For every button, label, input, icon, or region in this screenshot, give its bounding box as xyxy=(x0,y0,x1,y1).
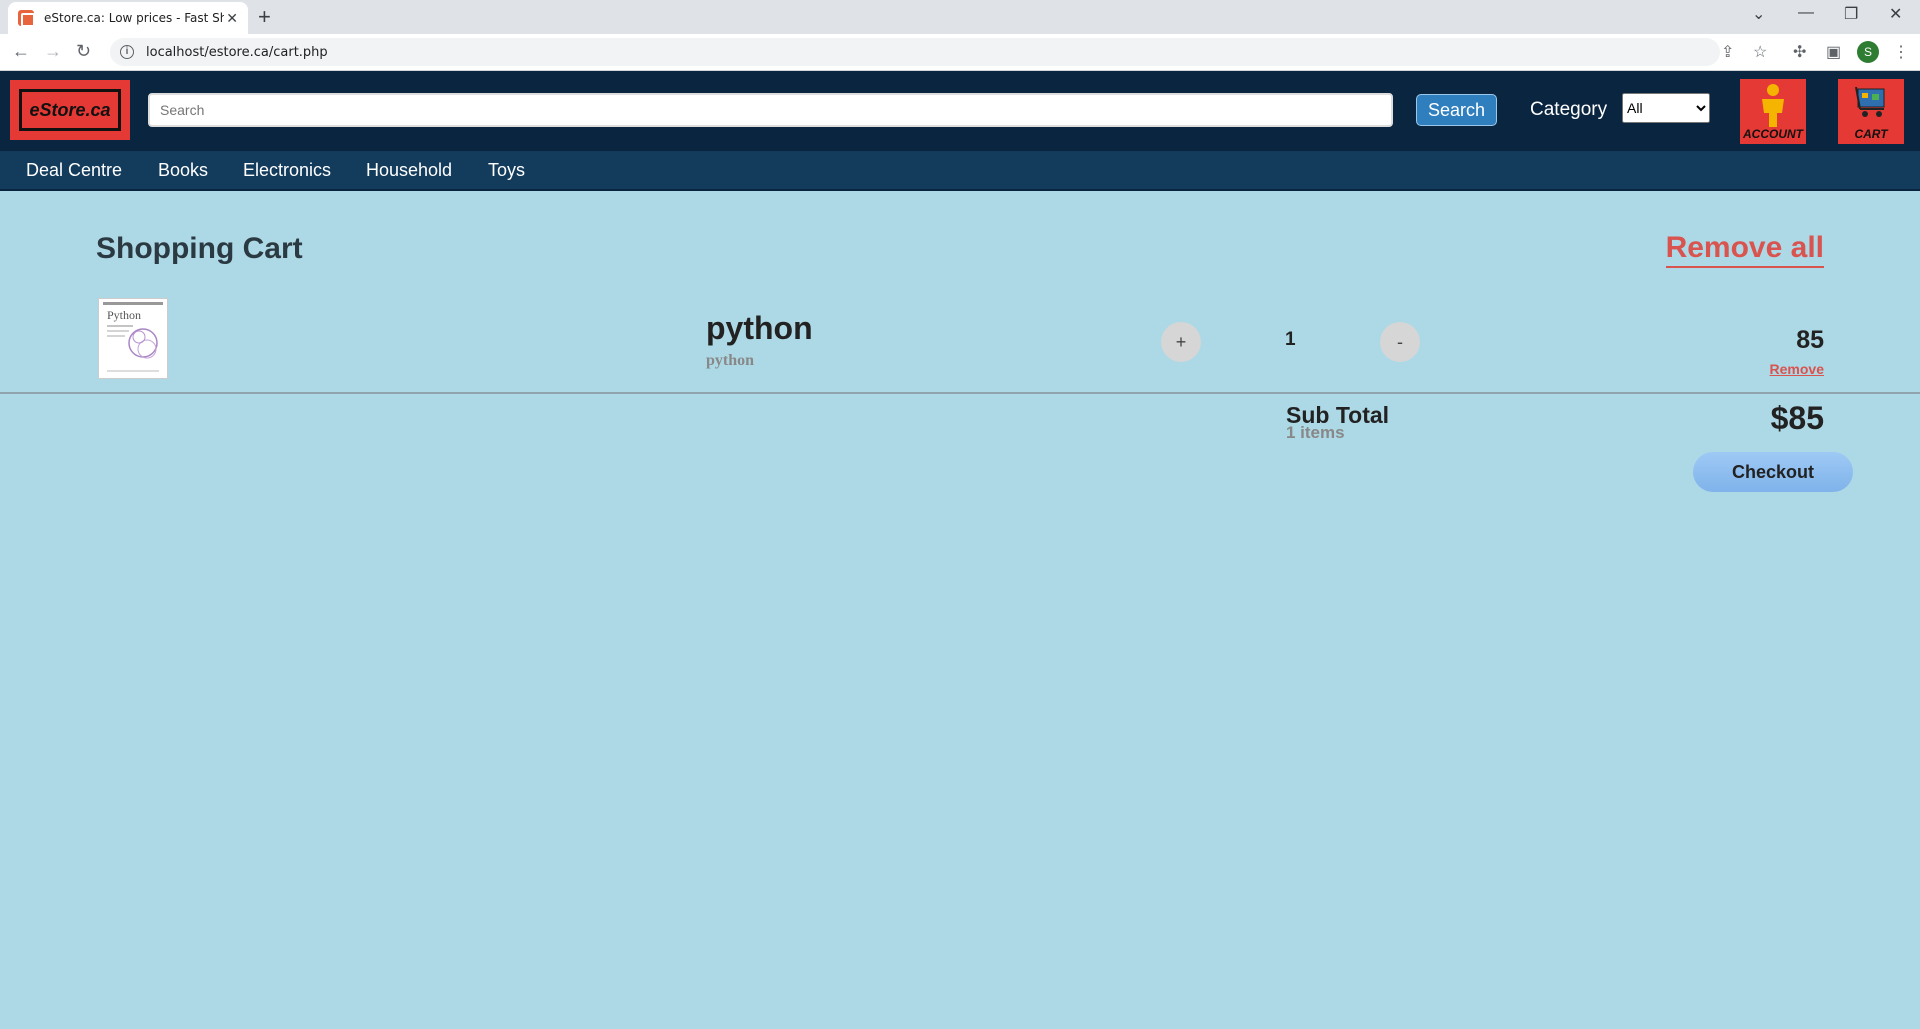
tab-close-icon[interactable]: ✕ xyxy=(226,10,238,27)
site-logo[interactable]: eStore.ca xyxy=(10,80,130,140)
product-subtitle: python xyxy=(706,352,755,369)
address-url: localhost/estore.ca/cart.php xyxy=(146,44,328,60)
close-window-icon[interactable]: ✕ xyxy=(1889,4,1902,24)
account-label: ACCOUNT xyxy=(1743,127,1803,141)
reload-icon[interactable]: ↻ xyxy=(76,41,91,62)
cart-label: CART xyxy=(1854,127,1888,141)
subtotal-item-count: 1 items xyxy=(1286,423,1345,442)
account-button[interactable]: ACCOUNT xyxy=(1740,79,1806,144)
nav-item-household[interactable]: Household xyxy=(366,160,452,181)
site-header: eStore.ca Search Category All ACCOUNT CA… xyxy=(0,71,1920,151)
search-button[interactable]: Search xyxy=(1416,94,1497,126)
nav-item-books[interactable]: Books xyxy=(158,160,208,181)
product-name[interactable]: python xyxy=(706,310,813,347)
share-icon[interactable]: ⇪ xyxy=(1721,42,1734,62)
cart-button[interactable]: CART xyxy=(1838,79,1904,144)
nav-item-deal-centre[interactable]: Deal Centre xyxy=(26,160,122,181)
shopping-cart-icon xyxy=(1855,86,1885,117)
forward-icon[interactable]: → xyxy=(44,41,62,62)
remove-item-link[interactable]: Remove xyxy=(1770,361,1824,377)
tab-search-chevron-icon[interactable]: ⌄ xyxy=(1752,4,1765,24)
decrement-quantity-button[interactable]: - xyxy=(1380,322,1420,362)
site-info-icon[interactable]: i xyxy=(120,45,134,59)
book-cover-image: Python xyxy=(99,299,167,378)
logo-text: eStore.ca xyxy=(19,89,121,131)
tab-title: eStore.ca: Low prices - Fast Shipp xyxy=(44,11,224,25)
browser-tab[interactable]: eStore.ca: Low prices - Fast Shipp ✕ xyxy=(8,2,248,34)
side-panel-icon[interactable]: ▣ xyxy=(1826,42,1841,62)
profile-avatar[interactable]: S xyxy=(1857,41,1879,63)
increment-quantity-button[interactable]: + xyxy=(1161,322,1201,362)
remove-all-link[interactable]: Remove all xyxy=(1665,230,1824,268)
page-title: Shopping Cart xyxy=(96,232,303,265)
browser-tabstrip: eStore.ca: Low prices - Fast Shipp ✕ + ⌄… xyxy=(0,0,1920,34)
extensions-icon[interactable]: ✣ xyxy=(1793,42,1806,62)
browser-menu-icon[interactable]: ⋮ xyxy=(1893,42,1909,62)
new-tab-button[interactable]: + xyxy=(258,6,271,28)
person-icon xyxy=(1762,84,1784,127)
item-price: 85 xyxy=(1796,326,1824,354)
back-icon[interactable]: ← xyxy=(12,41,30,62)
category-label: Category xyxy=(1530,99,1608,120)
checkout-button[interactable]: Checkout xyxy=(1693,452,1853,492)
product-thumbnail[interactable]: Python xyxy=(98,298,168,379)
nav-item-electronics[interactable]: Electronics xyxy=(243,160,331,181)
bookmark-star-icon[interactable]: ☆ xyxy=(1753,42,1767,62)
restore-icon[interactable]: ❐ xyxy=(1844,4,1858,24)
minimize-icon[interactable]: — xyxy=(1798,4,1814,22)
category-select[interactable]: All xyxy=(1622,93,1710,123)
search-input[interactable] xyxy=(148,93,1393,127)
nav-item-toys[interactable]: Toys xyxy=(488,160,525,181)
site-favicon-icon xyxy=(18,10,35,27)
subtotal-amount: $85 xyxy=(1770,400,1824,436)
browser-toolbar: ← → ↻ i localhost/estore.ca/cart.php ⇪ ☆… xyxy=(0,34,1920,71)
cart-divider xyxy=(0,392,1920,394)
quantity-value: 1 xyxy=(1285,329,1296,350)
svg-text:Python: Python xyxy=(107,308,141,322)
category-nav: Deal Centre Books Electronics Household … xyxy=(0,151,1920,191)
address-bar[interactable]: i localhost/estore.ca/cart.php xyxy=(110,38,1720,66)
